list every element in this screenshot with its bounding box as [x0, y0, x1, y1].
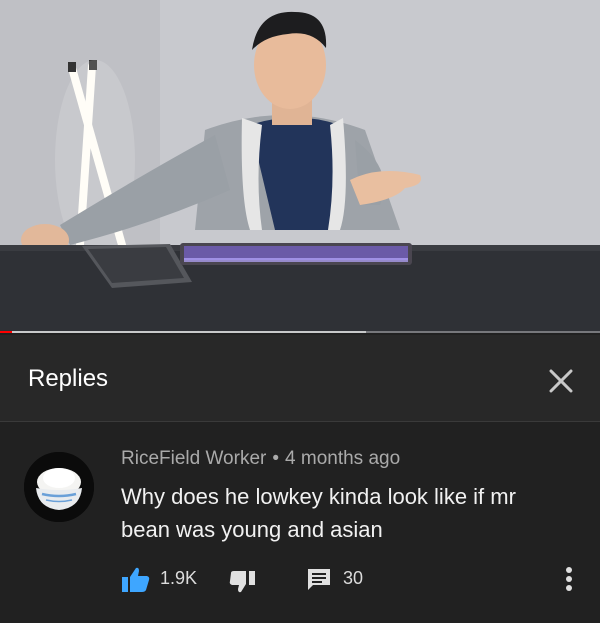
more-vert-icon[interactable]	[562, 564, 576, 594]
reply-count: 30	[343, 568, 364, 588]
replies-title: Replies	[28, 365, 109, 392]
like-count: 1.9K	[160, 568, 198, 588]
replies-header: Replies	[0, 335, 600, 422]
rice-bowl-avatar[interactable]	[24, 452, 94, 522]
thumbs-up-icon[interactable]	[121, 566, 151, 594]
close-icon[interactable]	[543, 363, 579, 399]
comment-actions: 1.9K 30	[0, 562, 600, 598]
comment-text: Why does he lowkey kinda look like if mr…	[121, 484, 516, 542]
progress-played	[0, 331, 12, 333]
comment-icon[interactable]	[306, 566, 332, 592]
thumbs-down-icon[interactable]	[229, 568, 257, 596]
video-frame	[0, 0, 600, 333]
video-player[interactable]	[0, 0, 600, 333]
progress-buffered	[12, 331, 366, 333]
comment-item: RiceField Worker • 4 months ago Why does h…	[0, 422, 600, 623]
meta-separator: •	[272, 448, 280, 469]
comment-author[interactable]: RiceField Worker	[121, 448, 266, 469]
comment-meta: RiceField Worker • 4 months ago	[121, 448, 400, 470]
comment-time: 4 months ago	[285, 448, 401, 469]
video-progress-bar[interactable]	[0, 331, 600, 333]
